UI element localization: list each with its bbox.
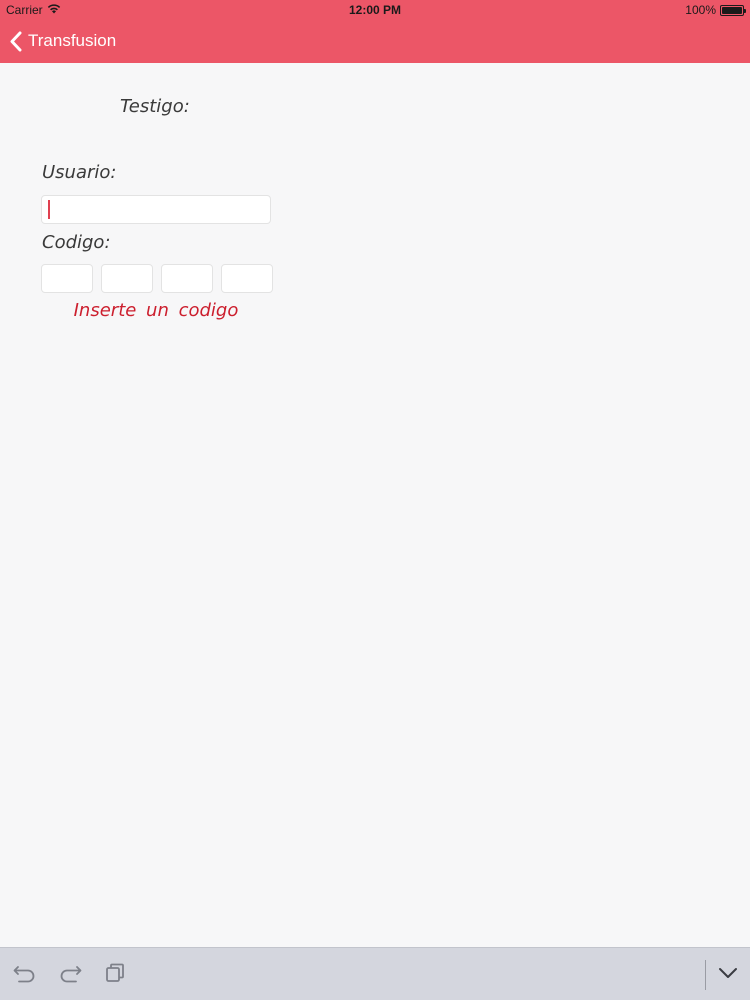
back-button-label: Transfusion: [28, 31, 117, 50]
redo-icon: [58, 963, 82, 988]
dismiss-keyboard-button[interactable]: [715, 962, 741, 988]
back-button[interactable]: Transfusion: [10, 26, 116, 56]
undo-icon: [13, 963, 37, 988]
app-screen: Carrier 12:00 PM 100% Transfusion Testig…: [0, 0, 750, 1000]
status-bar: Carrier 12:00 PM 100%: [0, 0, 750, 20]
paste-icon: [104, 962, 126, 989]
text-cursor: [48, 200, 50, 219]
error-message: Inserte un codigo: [73, 300, 239, 321]
chevron-left-icon: [10, 31, 22, 52]
undo-button[interactable]: [12, 962, 38, 988]
user-input[interactable]: [41, 195, 271, 224]
status-time: 12:00 PM: [348, 3, 402, 17]
chevron-down-icon: [718, 966, 738, 985]
navigation-bar: Transfusion: [0, 20, 750, 63]
status-right: 100%: [685, 3, 746, 17]
code-digit-1[interactable]: [41, 264, 93, 293]
battery-percent: 100%: [685, 3, 716, 17]
paste-button[interactable]: [102, 962, 128, 988]
witness-label: Testigo:: [120, 96, 190, 117]
code-digit-2[interactable]: [101, 264, 153, 293]
keyboard-shortcut-bar: [0, 947, 750, 1000]
redo-button[interactable]: [57, 962, 83, 988]
toolbar-divider: [705, 960, 706, 990]
code-label: Codigo:: [42, 232, 111, 253]
code-input-group: [41, 264, 273, 293]
code-digit-3[interactable]: [161, 264, 213, 293]
battery-icon: [720, 4, 746, 16]
user-label: Usuario:: [42, 162, 117, 183]
code-digit-4[interactable]: [221, 264, 273, 293]
